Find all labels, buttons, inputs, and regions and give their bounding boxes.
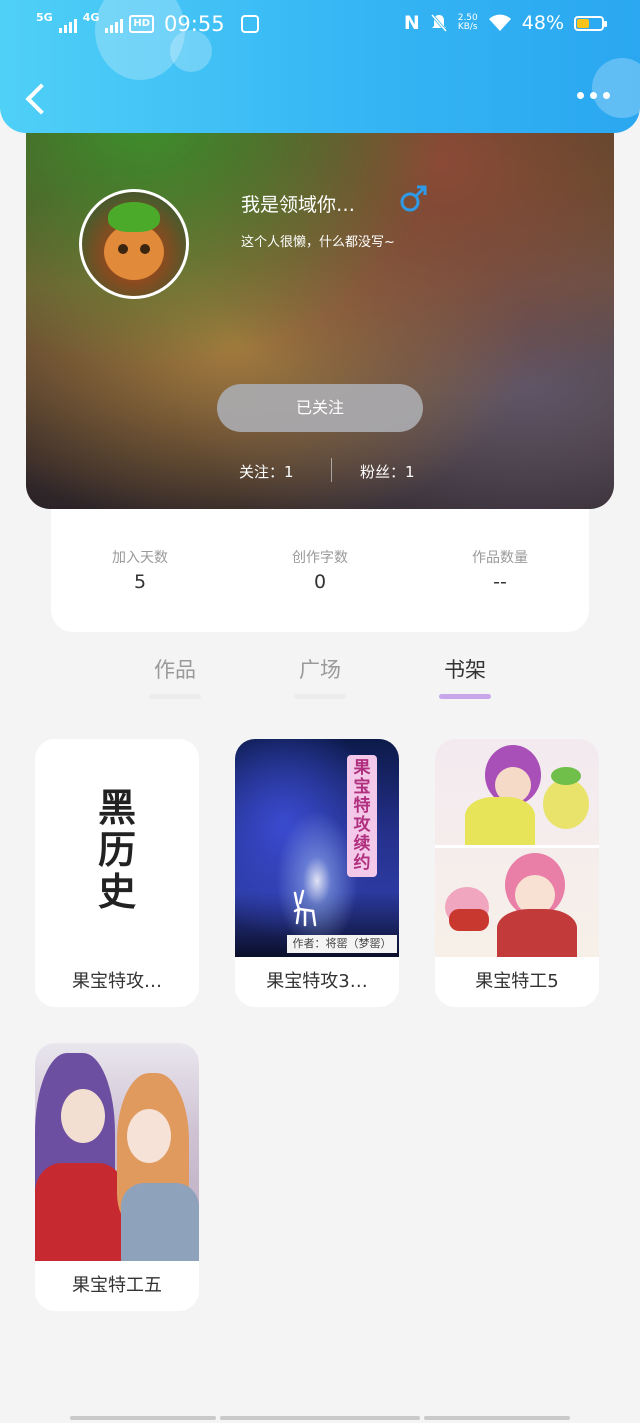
stat-word-count: 创作字数 0 <box>292 550 348 593</box>
book-cover <box>435 739 599 957</box>
wifi-icon <box>488 14 511 31</box>
stat-join-days: 加入天数 5 <box>112 550 168 593</box>
mute-bell-icon <box>430 14 447 32</box>
male-gender-icon <box>400 185 427 212</box>
nav-indicator <box>70 1416 216 1420</box>
tab-works-underline <box>149 694 201 699</box>
book-cover: 黑历史 <box>35 739 199 957</box>
top-header: 5G 4G HD 09:55 N 2.50 KB/s 48% <box>0 0 640 133</box>
tab-bookshelf-underline <box>439 694 491 699</box>
nav-indicator <box>220 1416 420 1420</box>
book-title: 果宝特攻3… <box>266 971 368 992</box>
nfc-icon: N <box>403 12 420 34</box>
battery-icon <box>574 15 607 31</box>
follow-counts: 关注：1 粉丝：1 <box>26 458 614 482</box>
book-card[interactable]: 果宝特工5 <box>435 739 599 1007</box>
following-count[interactable]: 关注：1 <box>239 461 294 482</box>
signal-icon <box>58 15 77 33</box>
following-button[interactable]: 已关注 <box>217 384 423 432</box>
decor-bubble <box>592 58 640 118</box>
clock: 09:55 <box>164 12 225 36</box>
user-bio: 这个人很懒，什么都没写~ <box>241 235 395 250</box>
book-title: 果宝特工5 <box>475 971 559 992</box>
more-button[interactable] <box>577 92 610 99</box>
deer-silhouette-icon <box>293 889 317 927</box>
tab-works[interactable]: 作品 <box>135 654 215 684</box>
book-title: 果宝特工五 <box>72 1275 162 1296</box>
back-button[interactable] <box>22 82 52 118</box>
tab-square-underline <box>294 694 346 699</box>
tab-bookshelf[interactable]: 书架 <box>425 654 505 684</box>
book-card[interactable]: 果宝特工五 <box>35 1043 199 1311</box>
followers-count[interactable]: 粉丝：1 <box>360 461 415 482</box>
book-card[interactable]: 果宝特攻续约 作者：将罂（梦罂） 果宝特攻3… <box>235 739 399 1007</box>
battery-percent: 48% <box>521 12 564 34</box>
book-card[interactable]: 黑历史 果宝特攻… <box>35 739 199 1007</box>
hd-badge: HD <box>129 15 155 33</box>
username: 我是领域你… <box>241 194 356 216</box>
book-title: 果宝特攻… <box>72 971 162 992</box>
app-notification-icon <box>240 15 259 33</box>
divider <box>331 458 332 482</box>
net-speed: 2.50 KB/s <box>457 13 478 32</box>
cover-author: 作者：将罂（梦罂） <box>287 935 397 953</box>
nav-indicator <box>424 1416 570 1420</box>
profile-card: 我是领域你… 这个人很懒，什么都没写~ 已关注 关注：1 粉丝：1 <box>26 100 614 509</box>
avatar[interactable] <box>79 189 189 299</box>
network-label: 4G <box>82 11 100 24</box>
network-label: 5G <box>36 11 53 24</box>
stat-works-count: 作品数量 -- <box>472 550 528 593</box>
cover-title: 果宝特攻续约 <box>347 755 377 877</box>
status-bar: 5G 4G HD 09:55 N 2.50 KB/s 48% <box>0 8 640 44</box>
panel-divider <box>435 845 599 848</box>
signal-icon <box>105 15 124 33</box>
tab-square[interactable]: 广场 <box>280 654 360 684</box>
stats-card: 加入天数 5 创作字数 0 作品数量 -- <box>51 509 589 632</box>
book-cover: 果宝特攻续约 作者：将罂（梦罂） <box>235 739 399 957</box>
cover-text: 黑历史 <box>97 785 136 914</box>
book-cover <box>35 1043 199 1261</box>
